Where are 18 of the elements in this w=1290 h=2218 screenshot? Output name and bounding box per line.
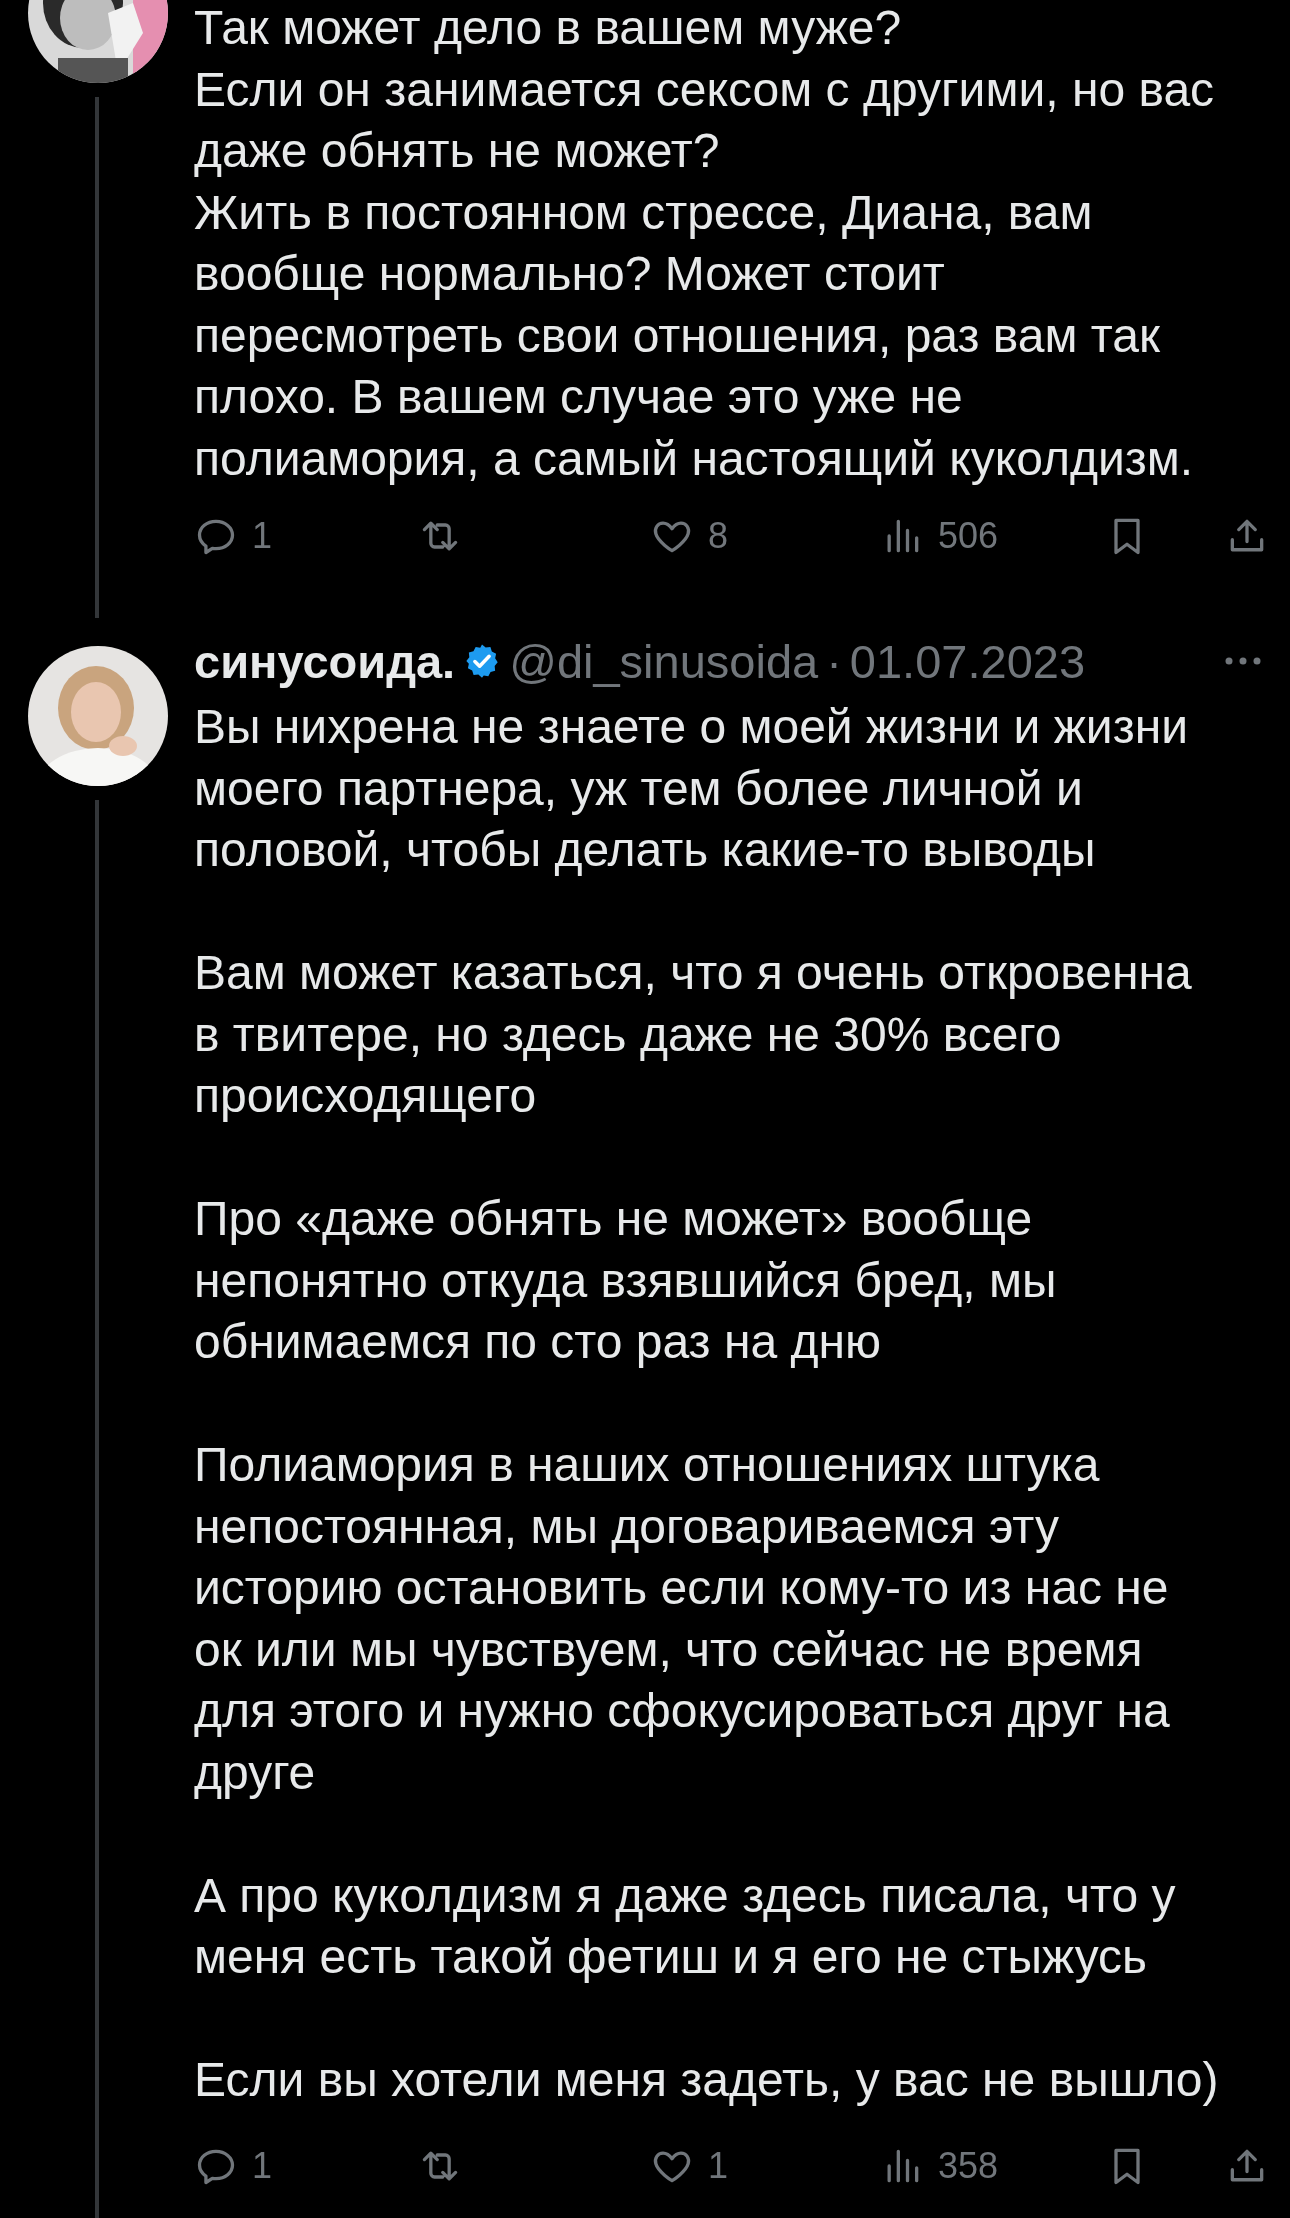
action-count: 358 — [938, 2144, 999, 2187]
tweet-text: Вы нихрена не знаете о моей жизни и жизни моего партнера, уж тем более личной и половой, чтобы делать какие-то выводы — [194, 699, 1189, 878]
action-count: 1 — [708, 2144, 729, 2187]
user-name[interactable]: синусоида. — [194, 633, 456, 689]
user-handle[interactable]: @di_sinusoida — [509, 633, 819, 689]
separator-dot: · — [826, 633, 842, 689]
more-icon[interactable] — [1223, 655, 1263, 667]
tweet-text: А про куколдизм я даже здесь писала, что у меня есть такой фетиш и я его не стыжусь — [194, 1867, 1177, 1985]
tweet-text: Вам может казаться, что я очень откровенна в твитере, но здесь даже не 30% всего происходящего — [194, 945, 1193, 1124]
tweet-text: Полиамория в наших отношениях штука непостоянная, мы договариваемся эту историю остановить если кому-то из нас не ок или мы чувствуем, что сейчас не время для этого и нужно сфокусироваться друг на друге — [194, 1437, 1171, 1801]
action-count: 506 — [938, 515, 999, 557]
tweet-text: Если вы хотели меня задеть, у вас не вышло) — [194, 2052, 1220, 2108]
post-date[interactable]: 01.07.2023 — [849, 633, 1086, 689]
action-count: 1 — [252, 2144, 273, 2187]
tweet-text: Так может дело в вашем муже? Если он занимается сексом с другими, но вас даже обнять не может? Жить в постоянном стрессе, Диана, вам вообще нормально? Может стоит пересмотреть свои отношения, раз вам так плохо. В вашем случае это уже не полиамория, а самый настоящий куколдизм. — [194, 0, 1216, 487]
tweet-text: Про «даже обнять не может» вообще непонятно откуда взявшийся бред, мы обнимаемся по сто раз на дню — [194, 1191, 1058, 1370]
action-count: 8 — [708, 515, 729, 557]
action-count: 1 — [252, 515, 273, 557]
